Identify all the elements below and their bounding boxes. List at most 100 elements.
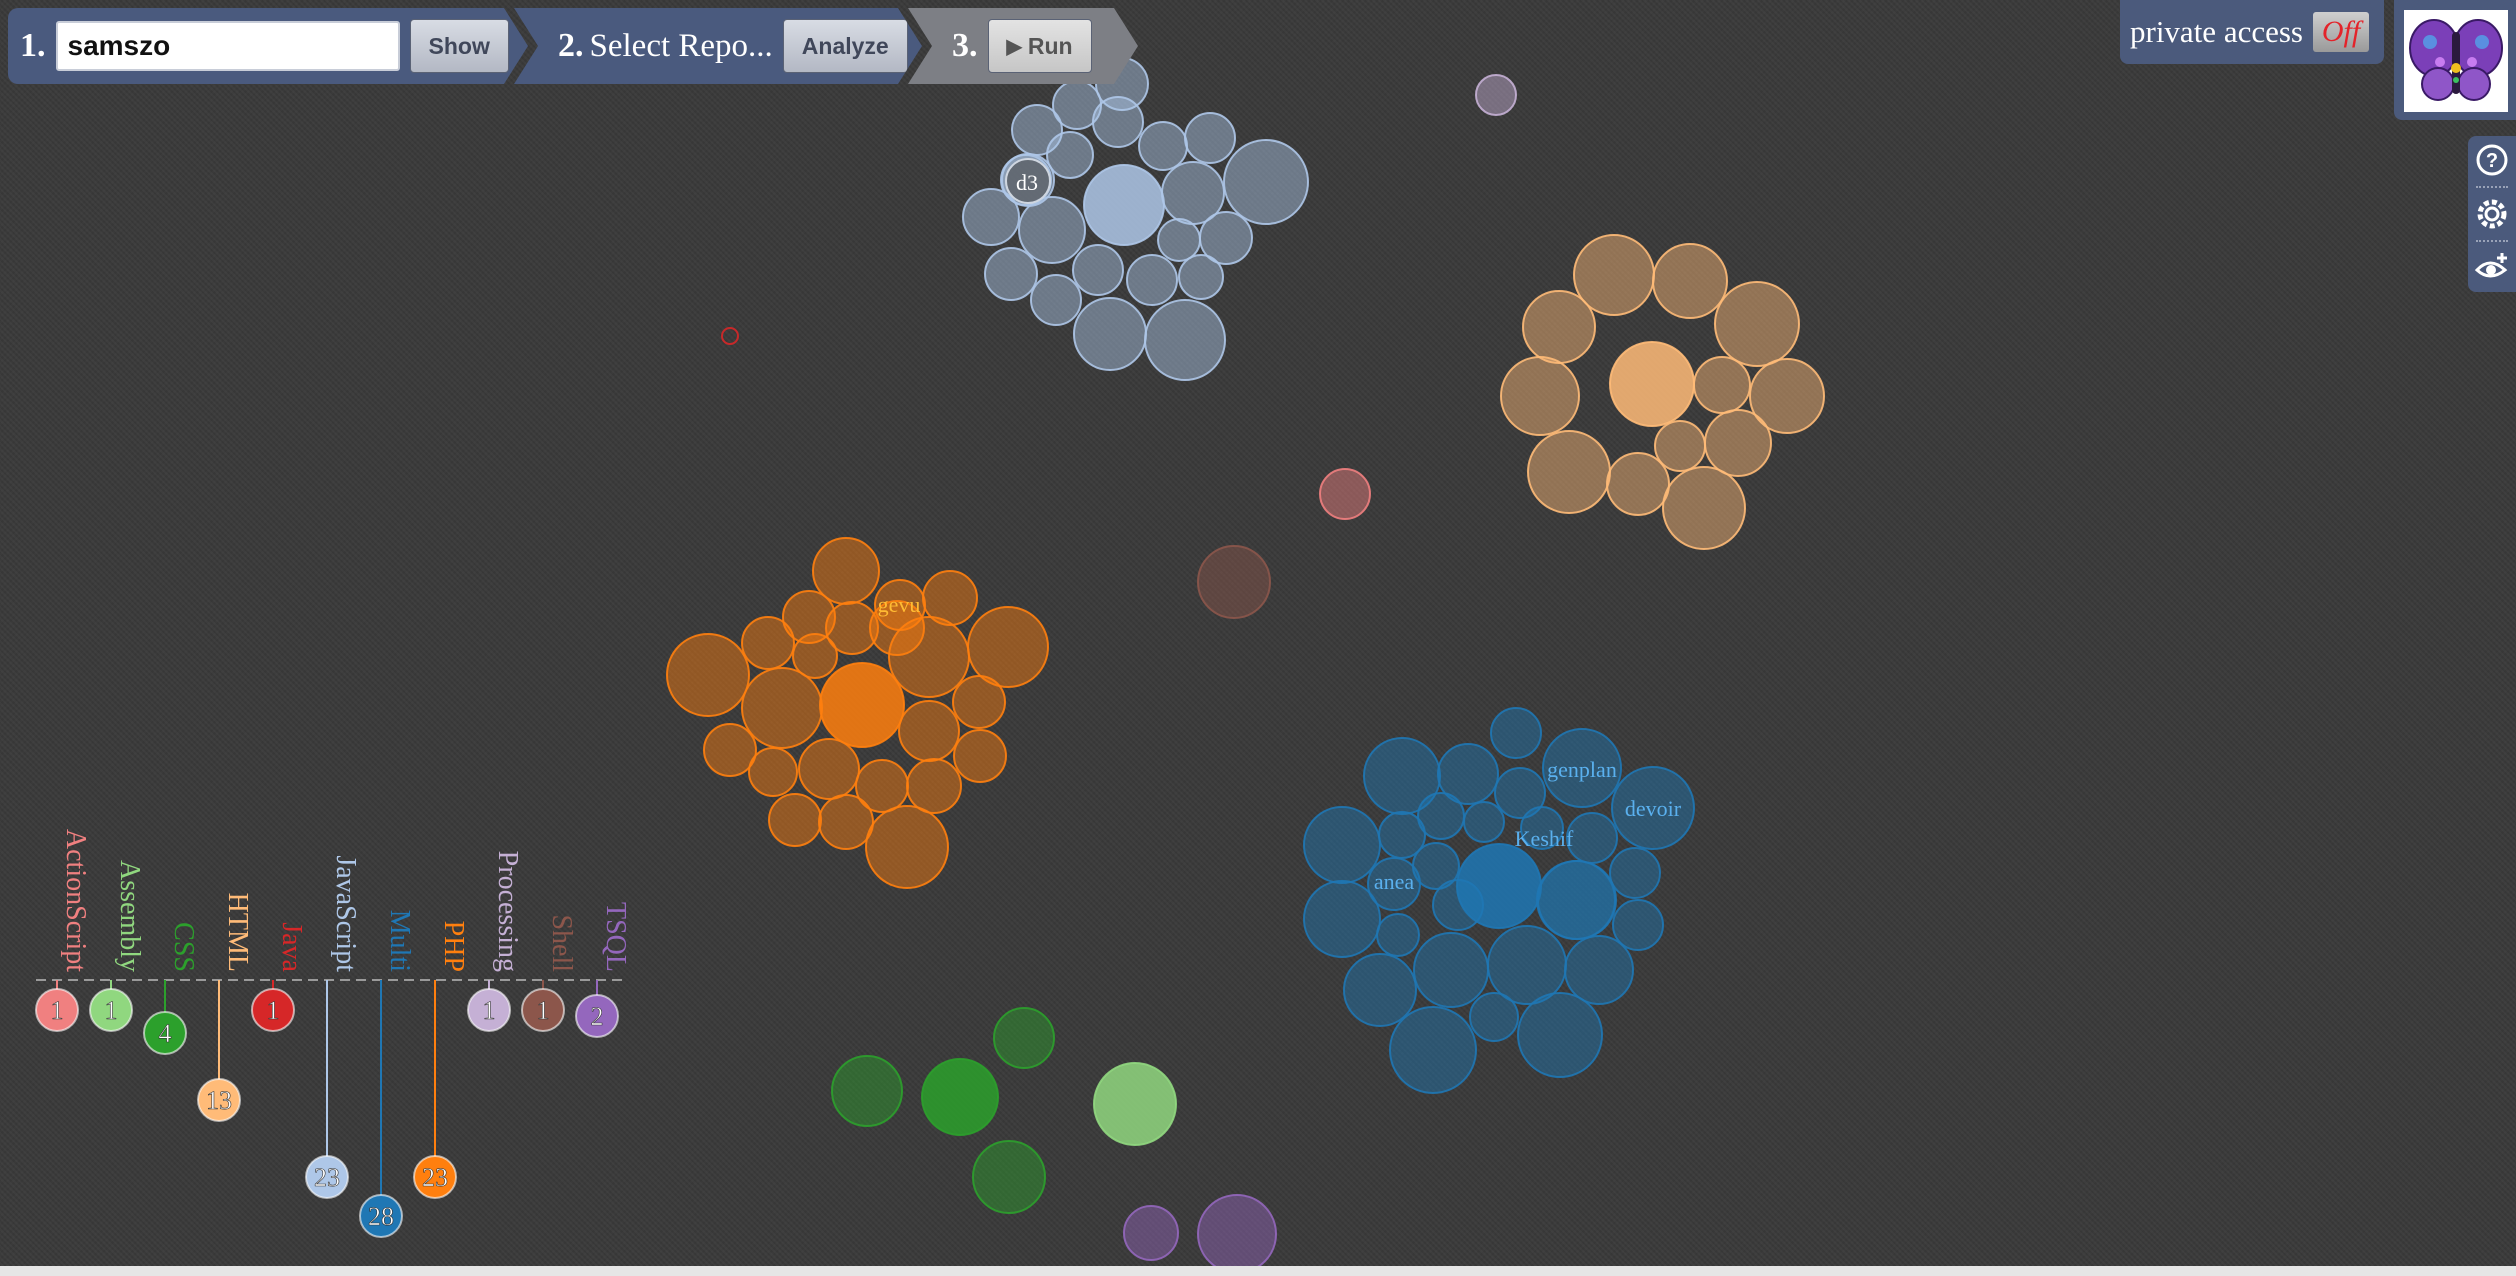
repo-bubble[interactable] [865, 805, 949, 889]
private-access-toggle[interactable]: Off [2312, 12, 2369, 52]
repo-bubble[interactable] [1083, 164, 1165, 246]
settings-icon[interactable] [2474, 196, 2510, 232]
username-input[interactable] [55, 21, 400, 71]
repo-bubble[interactable] [1714, 281, 1800, 367]
repo-bubble[interactable] [768, 793, 822, 847]
repo-bubble[interactable] [1652, 243, 1728, 319]
repo-label: genplan [1547, 757, 1617, 782]
select-repo-label[interactable]: Select Repo... [590, 28, 773, 65]
legend-item-java[interactable]: Java 1 [251, 922, 307, 1032]
repo-bubble[interactable] [1463, 801, 1505, 843]
repo-bubble[interactable] [666, 633, 750, 717]
run-button[interactable]: ▶ Run [987, 19, 1092, 73]
repo-bubble[interactable] [1030, 274, 1082, 326]
repo-bubble[interactable] [1606, 452, 1670, 516]
legend-item-tsql[interactable]: TSQL 2 [575, 902, 631, 1038]
repo-bubble[interactable] [1432, 879, 1484, 931]
repo-bubble[interactable] [1469, 992, 1519, 1042]
repo-bubble[interactable] [1704, 409, 1772, 477]
help-icon[interactable]: ? [2474, 142, 2510, 178]
repo-bubble[interactable] [741, 667, 823, 749]
repo-bubble[interactable] [952, 675, 1006, 729]
repo-bubble[interactable] [1197, 545, 1271, 619]
repo-bubble[interactable] [1138, 121, 1188, 171]
repo-bubble[interactable] [1303, 806, 1381, 884]
legend-count: 4 [159, 1019, 172, 1048]
repo-bubble[interactable] [1144, 299, 1226, 381]
repo-bubbles[interactable] [666, 57, 1825, 1274]
legend-item-processing[interactable]: Processing 1 [467, 851, 523, 1032]
repo-bubble[interactable] [818, 794, 874, 850]
repo-bubble[interactable] [1123, 1205, 1179, 1261]
repo-bubble[interactable] [1413, 932, 1489, 1008]
repo-label: anea [1374, 869, 1415, 894]
repo-bubble[interactable] [1072, 244, 1124, 296]
repo-bubble[interactable] [1500, 356, 1580, 436]
legend-language-label: PHP [438, 921, 469, 972]
repo-bubble[interactable] [1609, 847, 1661, 899]
repo-bubble[interactable] [1046, 131, 1094, 179]
repo-bubble[interactable] [1184, 112, 1236, 164]
run-label: Run [1027, 32, 1073, 59]
repo-bubble[interactable] [1517, 992, 1603, 1078]
repo-bubble[interactable] [1376, 913, 1420, 957]
legend-item-assembly[interactable]: Assembly 1 [89, 860, 145, 1032]
legend-item-shell[interactable]: Shell 1 [521, 914, 577, 1032]
avatar[interactable] [2404, 10, 2508, 112]
repo-bubble[interactable] [972, 1140, 1046, 1214]
repo-bubble[interactable] [703, 723, 757, 777]
repo-bubble[interactable] [1522, 290, 1596, 364]
repo-bubble[interactable] [1475, 74, 1517, 116]
repo-bubble[interactable] [1490, 707, 1542, 759]
repo-bubble[interactable] [741, 616, 795, 670]
repo-bubble[interactable] [721, 327, 739, 345]
repo-bubble[interactable] [1178, 254, 1224, 300]
repo-bubble[interactable] [1609, 341, 1695, 427]
analyze-button[interactable]: Analyze [782, 19, 908, 73]
repo-bubble[interactable] [1527, 430, 1611, 514]
repo-bubble[interactable] [1564, 935, 1634, 1005]
repo-bubble[interactable] [898, 700, 960, 762]
legend-item-html[interactable]: HTML 13 [197, 893, 253, 1122]
legend-item-javascript[interactable]: JavaScript 23 [305, 855, 361, 1199]
repo-bubble[interactable] [798, 738, 860, 800]
repo-bubble[interactable] [1487, 925, 1567, 1005]
repo-bubble[interactable] [906, 758, 962, 814]
legend-item-css[interactable]: CSS 4 [143, 922, 199, 1055]
repo-bubble[interactable] [1223, 139, 1309, 225]
play-icon: ▶ [1006, 35, 1022, 58]
repo-bubble[interactable] [888, 616, 970, 698]
repo-bubble[interactable] [1537, 860, 1617, 940]
repo-bubble[interactable] [1319, 468, 1371, 520]
repo-bubble[interactable] [953, 729, 1007, 783]
repo-bubble[interactable] [1566, 812, 1618, 864]
repo-bubble[interactable] [1126, 254, 1178, 306]
show-button[interactable]: Show [409, 19, 509, 73]
repo-bubble[interactable] [1093, 1062, 1177, 1146]
repo-bubble[interactable] [1303, 880, 1381, 958]
repo-bubble-canvas[interactable]: d3 gevu genplan devoir Keshif anea ActionScrip… [0, 0, 2516, 1276]
repo-bubble[interactable] [748, 747, 798, 797]
repo-bubble[interactable] [1197, 1194, 1277, 1274]
repo-bubble[interactable] [831, 1055, 903, 1127]
repo-label: Keshif [1515, 826, 1574, 851]
repo-bubble[interactable] [1693, 356, 1751, 414]
repo-bubble[interactable] [1073, 297, 1147, 371]
legend-count: 1 [537, 996, 550, 1025]
eye-plus-icon[interactable] [2474, 250, 2510, 286]
repo-bubble[interactable] [967, 606, 1049, 688]
legend-item-actionscript[interactable]: ActionScript 1 [35, 829, 91, 1032]
legend-item-multi[interactable]: Multi 28 [359, 910, 415, 1238]
repo-bubble[interactable] [1662, 466, 1746, 550]
repo-bubble[interactable] [984, 247, 1038, 301]
repo-label: gevu [878, 592, 921, 617]
legend-count: 1 [483, 996, 496, 1025]
repo-bubble[interactable] [1389, 1006, 1477, 1094]
repo-bubble[interactable] [921, 1058, 999, 1136]
repo-bubble[interactable] [819, 662, 905, 748]
repo-bubble[interactable] [1343, 953, 1417, 1027]
repo-bubble[interactable] [1157, 218, 1201, 262]
legend-item-php[interactable]: PHP 23 [413, 921, 469, 1199]
repo-bubble[interactable] [993, 1007, 1055, 1069]
repo-bubble[interactable] [1092, 96, 1144, 148]
